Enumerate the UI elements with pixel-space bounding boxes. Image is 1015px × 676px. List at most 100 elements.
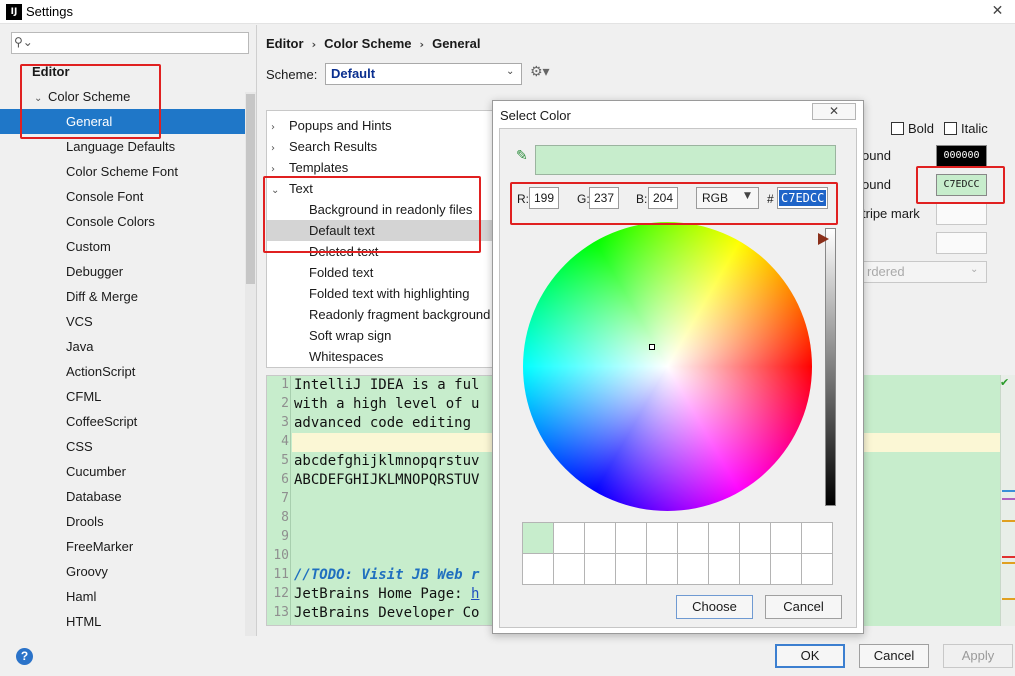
dialog-close-icon[interactable]: ✕: [812, 103, 856, 120]
color-pipette-icon[interactable]: ✎: [516, 148, 528, 164]
recent-color-swatch[interactable]: [802, 554, 833, 585]
sidebar-item[interactable]: ActionScript: [0, 359, 245, 384]
effect-type-dropdown[interactable]: rdered: [862, 261, 987, 283]
recent-color-swatch[interactable]: [709, 554, 740, 585]
recent-color-swatch[interactable]: [554, 554, 585, 585]
tree-item[interactable]: Folded text: [267, 262, 495, 283]
sidebar-item[interactable]: Drools: [0, 509, 245, 534]
recent-color-swatch[interactable]: [740, 554, 771, 585]
recent-color-swatch[interactable]: [678, 523, 709, 554]
sidebar-item[interactable]: VCS: [0, 309, 245, 334]
bold-label: Bold: [908, 121, 935, 136]
sidebar-item[interactable]: Haml: [0, 584, 245, 609]
sidebar-item-label: ActionScript: [66, 364, 136, 379]
effect-color-swatch[interactable]: [936, 232, 987, 254]
sidebar-item-label: FreeMarker: [66, 539, 134, 554]
recent-color-swatch[interactable]: [678, 554, 709, 585]
color-wheel[interactable]: [523, 222, 812, 511]
ok-button[interactable]: OK: [775, 644, 845, 668]
selected-color-preview: [535, 145, 836, 175]
code-line: ABCDEFGHIJKLMNOPQRSTUV: [294, 472, 479, 488]
tree-item-label: Whitespaces: [309, 349, 384, 364]
recent-color-swatch[interactable]: [802, 523, 833, 554]
recent-color-swatch[interactable]: [585, 523, 616, 554]
sidebar-item[interactable]: Console Font: [0, 184, 245, 209]
chevron-down-icon[interactable]: ⌄: [506, 66, 514, 77]
tree-item-label: Soft wrap sign: [309, 328, 392, 343]
sidebar-item[interactable]: Color Scheme Font: [0, 159, 245, 184]
help-icon[interactable]: ?: [16, 648, 33, 665]
recent-color-swatch[interactable]: [523, 554, 554, 585]
recent-color-swatch[interactable]: [771, 523, 802, 554]
apply-button[interactable]: Apply: [943, 644, 1013, 668]
line-number: 9: [281, 529, 289, 544]
recent-color-swatch[interactable]: [523, 523, 554, 554]
tree-item[interactable]: Whitespaces: [267, 346, 495, 367]
code-preview: 1 2 3 4 5 6 7 8 9 10 11 12 13 IntelliJ IDEA is a ful…: [266, 375, 496, 626]
recent-color-swatch[interactable]: [554, 523, 585, 554]
tree-item[interactable]: › Popups and Hints: [267, 115, 495, 138]
settings-nav-tree: Editor ⌄ Color Scheme General Language Defau…: [0, 59, 256, 636]
settings-search-input[interactable]: [11, 32, 249, 54]
caret-row-highlight: [292, 433, 495, 452]
recent-color-swatch[interactable]: [740, 523, 771, 554]
stripe-mark: [1002, 556, 1015, 558]
gear-icon[interactable]: ⚙▾: [530, 64, 550, 80]
highlight-box-background-swatch: [916, 166, 1005, 204]
chevron-right-icon[interactable]: ›: [271, 138, 289, 159]
chevron-right-icon[interactable]: ›: [271, 117, 289, 138]
sidebar-item[interactable]: Custom: [0, 234, 245, 259]
tree-item[interactable]: › Templates: [267, 157, 495, 178]
brightness-slider[interactable]: [825, 228, 836, 506]
sidebar-item[interactable]: Diff & Merge: [0, 284, 245, 309]
color-wheel-cursor[interactable]: [649, 344, 655, 350]
error-stripe-color-swatch[interactable]: [936, 203, 987, 225]
sidebar-item-label: HTML: [66, 614, 102, 629]
window-title: Settings: [26, 4, 73, 19]
sidebar-item[interactable]: FreeMarker: [0, 534, 245, 559]
italic-checkbox[interactable]: [944, 122, 957, 135]
foreground-label: ound: [862, 148, 891, 163]
code-line: JetBrains Developer Co: [294, 605, 479, 621]
sidebar-item[interactable]: Java: [0, 334, 245, 359]
foreground-color-swatch[interactable]: 000000: [936, 145, 987, 167]
recent-color-swatch[interactable]: [616, 554, 647, 585]
brightness-slider-handle[interactable]: [818, 233, 829, 246]
bold-checkbox[interactable]: [891, 122, 904, 135]
window-close-icon[interactable]: ✕: [980, 0, 1015, 22]
sidebar-item[interactable]: Debugger: [0, 259, 245, 284]
chevron-down-icon[interactable]: ⌄: [970, 264, 978, 275]
recent-color-swatch[interactable]: [585, 554, 616, 585]
sidebar-item[interactable]: Cucumber: [0, 459, 245, 484]
recent-color-swatch[interactable]: [647, 554, 678, 585]
sidebar-item[interactable]: CSS: [0, 434, 245, 459]
choose-button[interactable]: Choose: [676, 595, 753, 619]
scheme-dropdown[interactable]: Default: [325, 63, 522, 85]
recent-color-swatch[interactable]: [771, 554, 802, 585]
tree-item[interactable]: Readonly fragment background: [267, 304, 495, 325]
line-number-gutter: 1 2 3 4 5 6 7 8 9 10 11 12 13: [267, 376, 291, 625]
sidebar-item[interactable]: CFML: [0, 384, 245, 409]
code-text: IntelliJ IDEA is a ful: [294, 377, 480, 393]
sidebar-scrollbar-thumb[interactable]: [246, 94, 255, 284]
cancel-button[interactable]: Cancel: [859, 644, 929, 668]
dialog-cancel-button[interactable]: Cancel: [765, 595, 842, 619]
line-number: 3: [281, 415, 289, 430]
recent-color-swatch[interactable]: [616, 523, 647, 554]
recent-color-swatch[interactable]: [647, 523, 678, 554]
sidebar-item[interactable]: CoffeeScript: [0, 409, 245, 434]
sidebar-item[interactable]: Console Colors: [0, 209, 245, 234]
sidebar-item-label: Java: [66, 339, 94, 354]
sidebar-item[interactable]: Groovy: [0, 559, 245, 584]
tree-item[interactable]: Folded text with highlighting: [267, 283, 495, 304]
sidebar-item-label: CSS: [66, 439, 93, 454]
recent-color-swatch[interactable]: [709, 523, 740, 554]
tree-item[interactable]: Soft wrap sign: [267, 325, 495, 346]
sidebar-item-label: Debugger: [66, 264, 124, 279]
tree-item[interactable]: › Search Results: [267, 136, 495, 159]
sidebar-item[interactable]: HTML: [0, 609, 245, 634]
code-link[interactable]: h: [471, 586, 479, 602]
sidebar-item[interactable]: Database: [0, 484, 245, 509]
breadcrumb: Editor › Color Scheme › General: [266, 36, 481, 51]
code-text: abcdefghijklmnopqrstuv: [294, 453, 480, 469]
